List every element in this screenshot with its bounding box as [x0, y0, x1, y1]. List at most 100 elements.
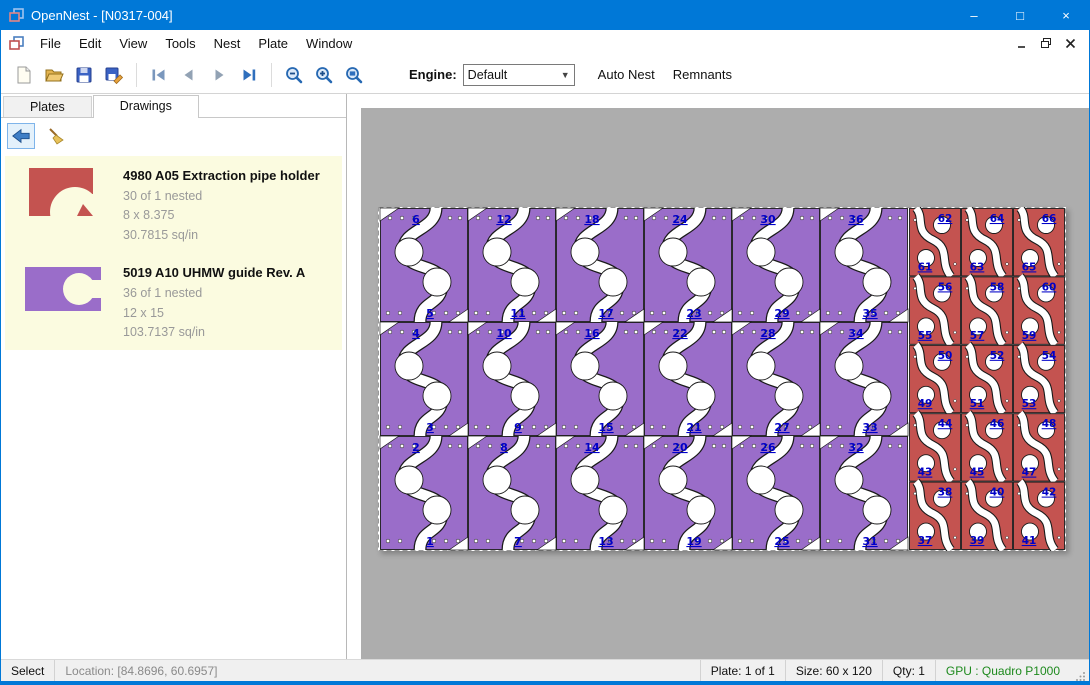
part-number-label: 13: [598, 535, 613, 548]
nest-canvas[interactable]: 6512111817242330293635431091615222128273…: [361, 108, 1089, 659]
red-part-pair[interactable]: 44 43: [910, 413, 961, 481]
mdi-close-icon[interactable]: [1059, 33, 1081, 53]
drawing-thumbnail: [11, 261, 115, 317]
menu-edit[interactable]: Edit: [70, 32, 110, 55]
zoom-in-icon: [314, 65, 334, 85]
red-part-pair[interactable]: 6059: [1014, 276, 1065, 344]
nest-drawing[interactable]: 6512111817242330293635431091615222128273…: [378, 207, 1066, 551]
close-button[interactable]: ×: [1043, 0, 1089, 30]
auto-nest-button[interactable]: Auto Nest: [589, 62, 664, 87]
part-number-label: 36: [848, 213, 864, 226]
zoom-in-button[interactable]: [309, 60, 339, 90]
return-part-button[interactable]: [7, 123, 35, 149]
purple-part-pair[interactable]: 87: [468, 436, 556, 550]
zoom-out-button[interactable]: [279, 60, 309, 90]
red-part-pair[interactable]: 5049: [910, 345, 961, 413]
purple-part-pair[interactable]: 21: [380, 436, 468, 550]
red-part-pair[interactable]: 6463: [962, 208, 1013, 276]
part-number-label: 49: [918, 398, 933, 410]
drawing-area: 30.7815 sq/in: [123, 226, 320, 245]
purple-part-pair[interactable]: 109: [468, 322, 556, 436]
menu-file[interactable]: File: [31, 32, 70, 55]
red-part-pair[interactable]: 4645: [962, 413, 1013, 481]
new-file-button[interactable]: [9, 60, 39, 90]
tab-drawings[interactable]: Drawings: [93, 95, 199, 118]
purple-part-pair[interactable]: 3231: [820, 436, 908, 550]
part-number-label: 7: [514, 535, 522, 548]
plate-sheet[interactable]: 6512111817242330293635431091615222128273…: [378, 207, 1066, 551]
menu-nest[interactable]: Nest: [205, 32, 250, 55]
purple-part-pair[interactable]: 1211: [468, 208, 556, 322]
purple-part-pair[interactable]: 3433: [820, 322, 908, 436]
mdi-restore-icon[interactable]: [1035, 33, 1057, 53]
part-number-label: 44: [938, 418, 953, 430]
part-number-label: 35: [862, 307, 877, 320]
purple-part-pair[interactable]: 2019: [644, 436, 732, 550]
clean-button[interactable]: [41, 123, 69, 149]
purple-part-pair[interactable]: 2625: [732, 436, 820, 550]
nav-last-button[interactable]: [234, 60, 264, 90]
menu-tools[interactable]: Tools: [156, 32, 204, 55]
drawing-item-uhmw-guide[interactable]: 5019 A10 UHMW guide Rev. A 36 of 1 neste…: [5, 253, 342, 350]
red-part-pair[interactable]: 5655: [910, 276, 961, 344]
purple-part-pair[interactable]: 3029: [732, 208, 820, 322]
maximize-button[interactable]: □: [997, 0, 1043, 30]
drawing-thumbnail: [11, 164, 115, 222]
nav-next-button[interactable]: [204, 60, 234, 90]
part-number-label: 40: [990, 487, 1005, 499]
nav-first-button[interactable]: [144, 60, 174, 90]
purple-part-pair[interactable]: 1413: [556, 436, 644, 550]
red-part-pair[interactable]: 4847: [1014, 413, 1065, 481]
sidebar-toolbar: [1, 118, 346, 154]
red-part-pair[interactable]: 5453: [1014, 345, 1065, 413]
mdi-minimize-icon[interactable]: [1011, 33, 1033, 53]
part-number-label: 53: [1022, 398, 1037, 410]
part-number-label: 61: [918, 261, 933, 273]
purple-part-pair[interactable]: 1817: [556, 208, 644, 322]
part-number-label: 43: [918, 467, 933, 479]
open-button[interactable]: [39, 60, 69, 90]
plate-size: Size: 60 x 120: [786, 660, 882, 681]
save-button[interactable]: [69, 60, 99, 90]
title-bar: OpenNest - [N0317-004] – □ ×: [1, 0, 1089, 30]
purple-part-pair[interactable]: 2221: [644, 322, 732, 436]
red-part-pair[interactable]: 4039: [962, 482, 1013, 550]
purple-part-pair[interactable]: 2827: [732, 322, 820, 436]
purple-part-pair[interactable]: 65: [380, 208, 468, 322]
engine-select[interactable]: Default ▼: [463, 64, 575, 86]
part-number-label: 17: [598, 307, 613, 320]
purple-part-pair[interactable]: 2423: [644, 208, 732, 322]
menu-window[interactable]: Window: [297, 32, 361, 55]
chevron-down-icon: ▼: [561, 70, 570, 80]
red-part-pair[interactable]: 6261: [910, 208, 961, 276]
remnants-button[interactable]: Remnants: [664, 62, 741, 87]
part-number-label: 25: [774, 535, 789, 548]
minimize-button[interactable]: –: [951, 0, 997, 30]
cursor-location: Location: [84.8696, 60.6957]: [55, 660, 227, 681]
drawing-size: 8 x 8.375: [123, 206, 320, 225]
purple-part-pair[interactable]: 43: [380, 322, 468, 436]
part-number-label: 55: [918, 330, 933, 342]
drawing-item-extraction-pipe-holder[interactable]: 4980 A05 Extraction pipe holder 30 of 1 …: [5, 156, 342, 253]
save-as-button[interactable]: [99, 60, 129, 90]
red-part-pair[interactable]: 3837: [910, 482, 961, 550]
red-part-pair[interactable]: 5857: [962, 276, 1013, 344]
drawing-nested-count: 36 of 1 nested: [123, 284, 305, 303]
purple-part-pair[interactable]: 36 35: [820, 208, 908, 322]
red-part-pair[interactable]: 5251: [962, 345, 1013, 413]
red-part-pair[interactable]: 6665: [1014, 208, 1065, 276]
menu-view[interactable]: View: [110, 32, 156, 55]
drawing-info: 4980 A05 Extraction pipe holder 30 of 1 …: [123, 164, 320, 245]
new-file-icon: [14, 65, 34, 85]
zoom-fit-button[interactable]: [339, 60, 369, 90]
purple-part-pair[interactable]: 1615: [556, 322, 644, 436]
tab-plates[interactable]: Plates: [3, 96, 92, 117]
part-number-label: 8: [500, 441, 508, 454]
menu-plate[interactable]: Plate: [249, 32, 297, 55]
mode-indicator: Select: [1, 660, 54, 681]
nest-viewport[interactable]: 6512111817242330293635431091615222128273…: [347, 94, 1089, 659]
resize-grip[interactable]: [1070, 660, 1089, 681]
open-folder-icon: [44, 65, 64, 85]
nav-previous-button[interactable]: [174, 60, 204, 90]
red-part-pair[interactable]: 4241: [1014, 482, 1065, 550]
